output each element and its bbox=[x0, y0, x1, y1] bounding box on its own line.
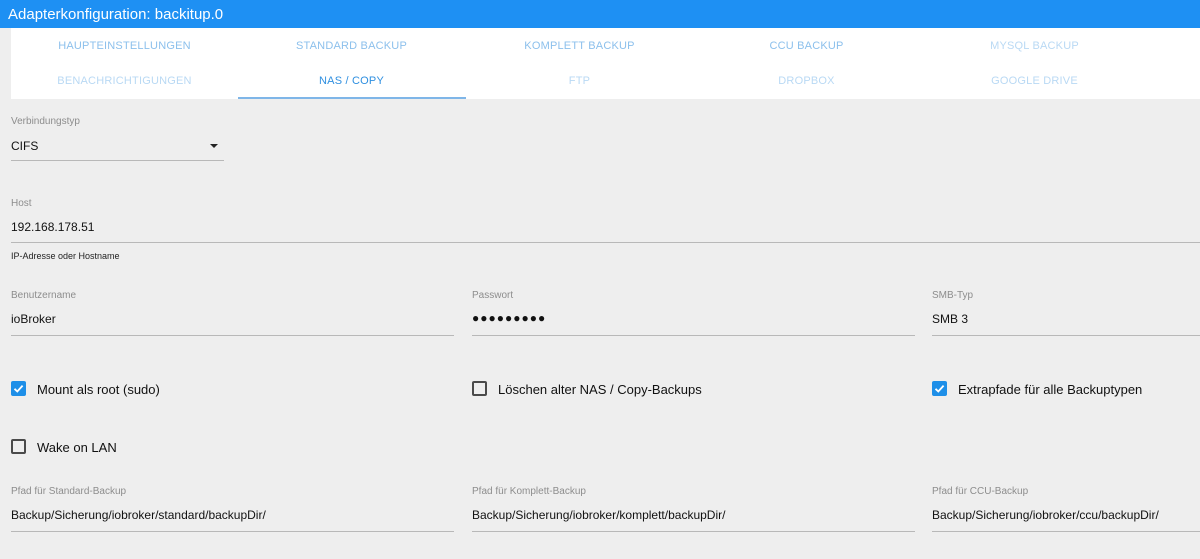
smb-typ-value: SMB 3 bbox=[932, 312, 969, 326]
host-underline bbox=[11, 242, 1200, 243]
check-icon bbox=[13, 384, 24, 393]
benutzername-underline bbox=[11, 335, 454, 336]
wake-on-lan-label: Wake on LAN bbox=[37, 440, 117, 455]
benutzername-value: ioBroker bbox=[11, 312, 56, 326]
host-helper-text: IP-Adresse oder Hostname bbox=[11, 251, 120, 261]
pfad-komplett-input[interactable]: Backup/Sicherung/iobroker/komplett/backu… bbox=[472, 504, 915, 532]
tab-bar: HAUPTEINSTELLUNGEN STANDARD BACKUP KOMPL… bbox=[11, 28, 1200, 99]
pfad-ccu-underline bbox=[932, 531, 1200, 532]
tab-ccu-backup[interactable]: CCU BACKUP bbox=[693, 28, 920, 64]
verbindungstyp-select[interactable]: CIFS bbox=[11, 134, 224, 161]
passwort-input[interactable]: ●●●●●●●●● bbox=[472, 308, 915, 336]
tab-nas-copy[interactable]: NAS / COPY bbox=[238, 63, 465, 99]
pfad-ccu-label: Pfad für CCU-Backup bbox=[932, 486, 1029, 497]
chevron-down-icon bbox=[210, 144, 218, 148]
loeschen-label: Löschen alter NAS / Copy-Backups bbox=[498, 382, 702, 397]
mount-root-label: Mount als root (sudo) bbox=[37, 382, 160, 397]
host-value: 192.168.178.51 bbox=[11, 220, 95, 234]
passwort-label: Passwort bbox=[472, 290, 514, 301]
tab-komplett-backup[interactable]: KOMPLETT BACKUP bbox=[466, 28, 693, 64]
pfad-standard-label: Pfad für Standard-Backup bbox=[11, 486, 127, 497]
active-tab-indicator bbox=[238, 97, 466, 99]
tab-ftp[interactable]: FTP bbox=[466, 63, 693, 99]
tab-standard-backup[interactable]: STANDARD BACKUP bbox=[238, 28, 465, 64]
loeschen-checkbox[interactable] bbox=[472, 381, 487, 396]
tab-dropbox[interactable]: DROPBOX bbox=[693, 63, 920, 99]
passwort-value: ●●●●●●●●● bbox=[472, 311, 547, 325]
verbindungstyp-underline bbox=[11, 160, 224, 161]
check-icon bbox=[934, 384, 945, 393]
pfad-komplett-underline bbox=[472, 531, 915, 532]
tab-mysql-backup[interactable]: MYSQL BACKUP bbox=[921, 28, 1148, 64]
verbindungstyp-value: CIFS bbox=[11, 139, 39, 153]
smb-typ-input[interactable]: SMB 3 bbox=[932, 308, 1200, 336]
pfad-ccu-input[interactable]: Backup/Sicherung/iobroker/ccu/backupDir/ bbox=[932, 504, 1200, 532]
benutzername-label: Benutzername bbox=[11, 290, 77, 301]
pfad-komplett-label: Pfad für Komplett-Backup bbox=[472, 486, 586, 497]
tab-haupteinstellungen[interactable]: HAUPTEINSTELLUNGEN bbox=[11, 28, 238, 64]
verbindungstyp-label: Verbindungstyp bbox=[11, 116, 80, 127]
passwort-underline bbox=[472, 335, 915, 336]
extrapfade-checkbox[interactable] bbox=[932, 381, 947, 396]
mount-root-checkbox[interactable] bbox=[11, 381, 26, 396]
pfad-komplett-value: Backup/Sicherung/iobroker/komplett/backu… bbox=[472, 508, 726, 522]
pfad-ccu-value: Backup/Sicherung/iobroker/ccu/backupDir/ bbox=[932, 508, 1159, 522]
tab-benachrichtigungen[interactable]: BENACHRICHTIGUNGEN bbox=[11, 63, 238, 99]
pfad-standard-underline bbox=[11, 531, 454, 532]
wake-on-lan-checkbox[interactable] bbox=[11, 439, 26, 454]
host-input[interactable]: 192.168.178.51 bbox=[11, 216, 1200, 243]
benutzername-input[interactable]: ioBroker bbox=[11, 308, 454, 336]
host-label: Host bbox=[11, 198, 32, 209]
smb-typ-label: SMB-Typ bbox=[932, 290, 974, 301]
window-title: Adapterkonfiguration: backitup.0 bbox=[0, 0, 1200, 28]
pfad-standard-input[interactable]: Backup/Sicherung/iobroker/standard/backu… bbox=[11, 504, 454, 532]
pfad-standard-value: Backup/Sicherung/iobroker/standard/backu… bbox=[11, 508, 266, 522]
extrapfade-label: Extrapfade für alle Backuptypen bbox=[958, 382, 1143, 397]
tab-google-drive[interactable]: GOOGLE DRIVE bbox=[921, 63, 1148, 99]
smb-typ-underline bbox=[932, 335, 1200, 336]
